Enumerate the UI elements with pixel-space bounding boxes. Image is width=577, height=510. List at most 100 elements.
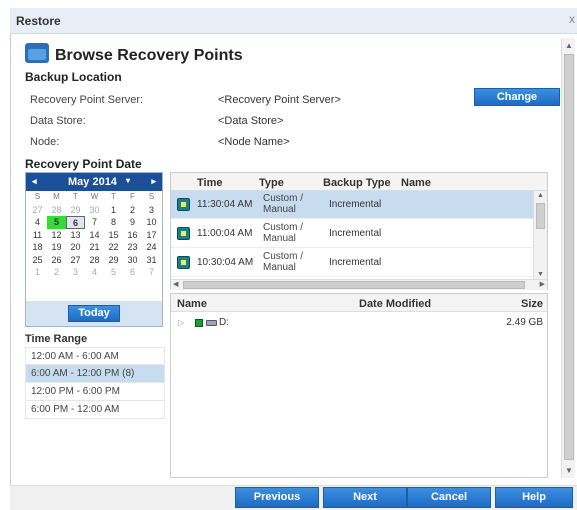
calendar-day[interactable]: 17 [142,229,161,242]
main-scrollbar[interactable]: ▲ ▼ [561,38,575,478]
calendar-day-selected[interactable]: 6 [66,216,85,229]
calendar-day[interactable]: 24 [142,241,161,254]
calendar-day[interactable]: 30 [85,204,104,217]
calendar-day[interactable]: 11 [28,229,47,242]
calendar-day[interactable]: 22 [104,241,123,254]
main-scrollbar-thumb[interactable] [564,54,574,460]
scroll-right-icon[interactable]: ▶ [540,280,545,288]
recovery-point-type: Custom / Manual [263,251,304,273]
column-header-backup-type[interactable]: Backup Type [323,177,391,189]
calendar-day[interactable]: 27 [28,204,47,217]
recovery-points-vscroll-thumb[interactable] [536,203,545,229]
recovery-point-backup-type: Incremental [329,228,382,239]
scroll-up-icon[interactable]: ▲ [565,41,573,50]
recovery-points-hscrollbar[interactable]: ◀ ▶ [171,279,547,290]
calendar-grid: S M T W T F S 27 28 29 30 1 2 3 4 5 6 7 … [28,191,162,279]
time-range-item[interactable]: 6:00 PM - 12:00 AM [25,401,165,419]
column-header-name[interactable]: Name [401,177,431,189]
file-tree-row[interactable]: ▷ D: 2.49 GB [171,315,547,333]
recovery-points-hscroll-thumb[interactable] [183,281,525,289]
column-header-name[interactable]: Name [177,298,207,310]
recovery-point-row-selected[interactable]: 11:30:04 AM Custom / Manual Incremental [171,191,533,219]
calendar-day[interactable]: 1 [104,204,123,217]
calendar-day[interactable]: 18 [28,241,47,254]
close-icon[interactable]: x [569,12,575,26]
calendar-day[interactable]: 27 [66,254,85,267]
calendar-day[interactable]: 21 [85,241,104,254]
recovery-point-time: 11:00:04 AM [197,228,253,239]
calendar-day[interactable]: 2 [47,266,66,279]
calendar-day[interactable]: 26 [47,254,66,267]
recovery-points-table: Time Type Backup Type Name 11:30:04 AM C… [170,172,548,290]
previous-month-icon[interactable]: ◂ [32,176,37,187]
calendar-day[interactable]: 13 [66,229,85,242]
recovery-point-date-label: Recovery Point Date [25,157,142,171]
previous-button[interactable]: Previous [235,487,319,508]
scroll-down-icon[interactable]: ▼ [565,466,573,475]
recovery-point-row[interactable]: 10:30:04 AM Custom / Manual Incremental [171,249,533,277]
data-store-value: <Data Store> [218,115,284,127]
time-range-item-selected[interactable]: 6:00 AM - 12:00 PM (8) [25,365,165,383]
calendar-day[interactable]: 7 [85,216,104,229]
calendar-day[interactable]: 3 [142,204,161,217]
recovery-points-vscrollbar[interactable]: ▲ ▼ [533,191,547,279]
calendar-day[interactable]: 29 [66,204,85,217]
calendar-day[interactable]: 6 [123,266,142,279]
change-button[interactable]: Change [474,88,560,106]
calendar-day[interactable]: 10 [142,216,161,229]
calendar-day[interactable]: 20 [66,241,85,254]
window-left-border [10,34,11,500]
calendar-day[interactable]: 1 [28,266,47,279]
folder-icon [25,43,49,63]
scroll-left-icon[interactable]: ◀ [173,280,178,288]
calendar-month[interactable]: May 2014 [68,176,117,188]
time-range-item[interactable]: 12:00 AM - 6:00 AM [25,347,165,365]
page-title: Browse Recovery Points [55,47,243,64]
recovery-point-time: 10:30:04 AM [197,257,254,268]
recovery-point-type: Custom / Manual [263,193,304,215]
calendar-header: ◂ May 2014 ▾ ▸ [26,173,162,191]
next-month-icon[interactable]: ▸ [151,176,156,187]
calendar-day[interactable]: 12 [47,229,66,242]
calendar-day[interactable]: 3 [66,266,85,279]
column-header-time[interactable]: Time [197,177,222,189]
calendar-day[interactable]: 7 [142,266,161,279]
scroll-down-icon[interactable]: ▼ [537,271,544,278]
calendar-day[interactable]: 2 [123,204,142,217]
calendar-day[interactable]: 29 [104,254,123,267]
expand-icon[interactable]: ▷ [178,318,184,327]
calendar-day[interactable]: 15 [104,229,123,242]
calendar-day[interactable]: 5 [104,266,123,279]
window-title: Restore [16,14,61,28]
cancel-button[interactable]: Cancel [407,487,491,508]
column-header-type[interactable]: Type [259,177,284,189]
recovery-point-backup-type: Incremental [329,257,382,268]
calendar-day[interactable]: 4 [85,266,104,279]
calendar-day[interactable]: 28 [85,254,104,267]
help-button[interactable]: Help [495,487,573,508]
month-dropdown-icon[interactable]: ▾ [126,176,130,185]
calendar-day[interactable]: 25 [28,254,47,267]
scroll-up-icon[interactable]: ▲ [537,192,544,199]
recovery-point-row[interactable]: 11:00:04 AM Custom / Manual Incremental [171,220,533,248]
time-range-list: Time Range 12:00 AM - 6:00 AM 6:00 AM - … [25,333,165,419]
column-header-date-modified[interactable]: Date Modified [359,298,431,310]
calendar-day[interactable]: 8 [104,216,123,229]
calendar-day[interactable]: 19 [47,241,66,254]
calendar-day[interactable]: 16 [123,229,142,242]
calendar-day[interactable]: 9 [123,216,142,229]
calendar-day[interactable]: 23 [123,241,142,254]
time-range-item[interactable]: 12:00 PM - 6:00 PM [25,383,165,401]
calendar-day[interactable]: 14 [85,229,104,242]
checkbox-icon[interactable] [195,319,203,327]
recovery-point-icon [177,256,190,269]
calendar-day[interactable]: 4 [28,216,47,229]
calendar-day[interactable]: 30 [123,254,142,267]
calendar-day[interactable]: 31 [142,254,161,267]
calendar-day-available[interactable]: 5 [47,216,66,229]
calendar-day[interactable]: 28 [47,204,66,217]
today-button[interactable]: Today [68,305,120,322]
column-header-size[interactable]: Size [521,298,543,310]
next-button[interactable]: Next [323,487,407,508]
drive-icon [206,320,217,326]
